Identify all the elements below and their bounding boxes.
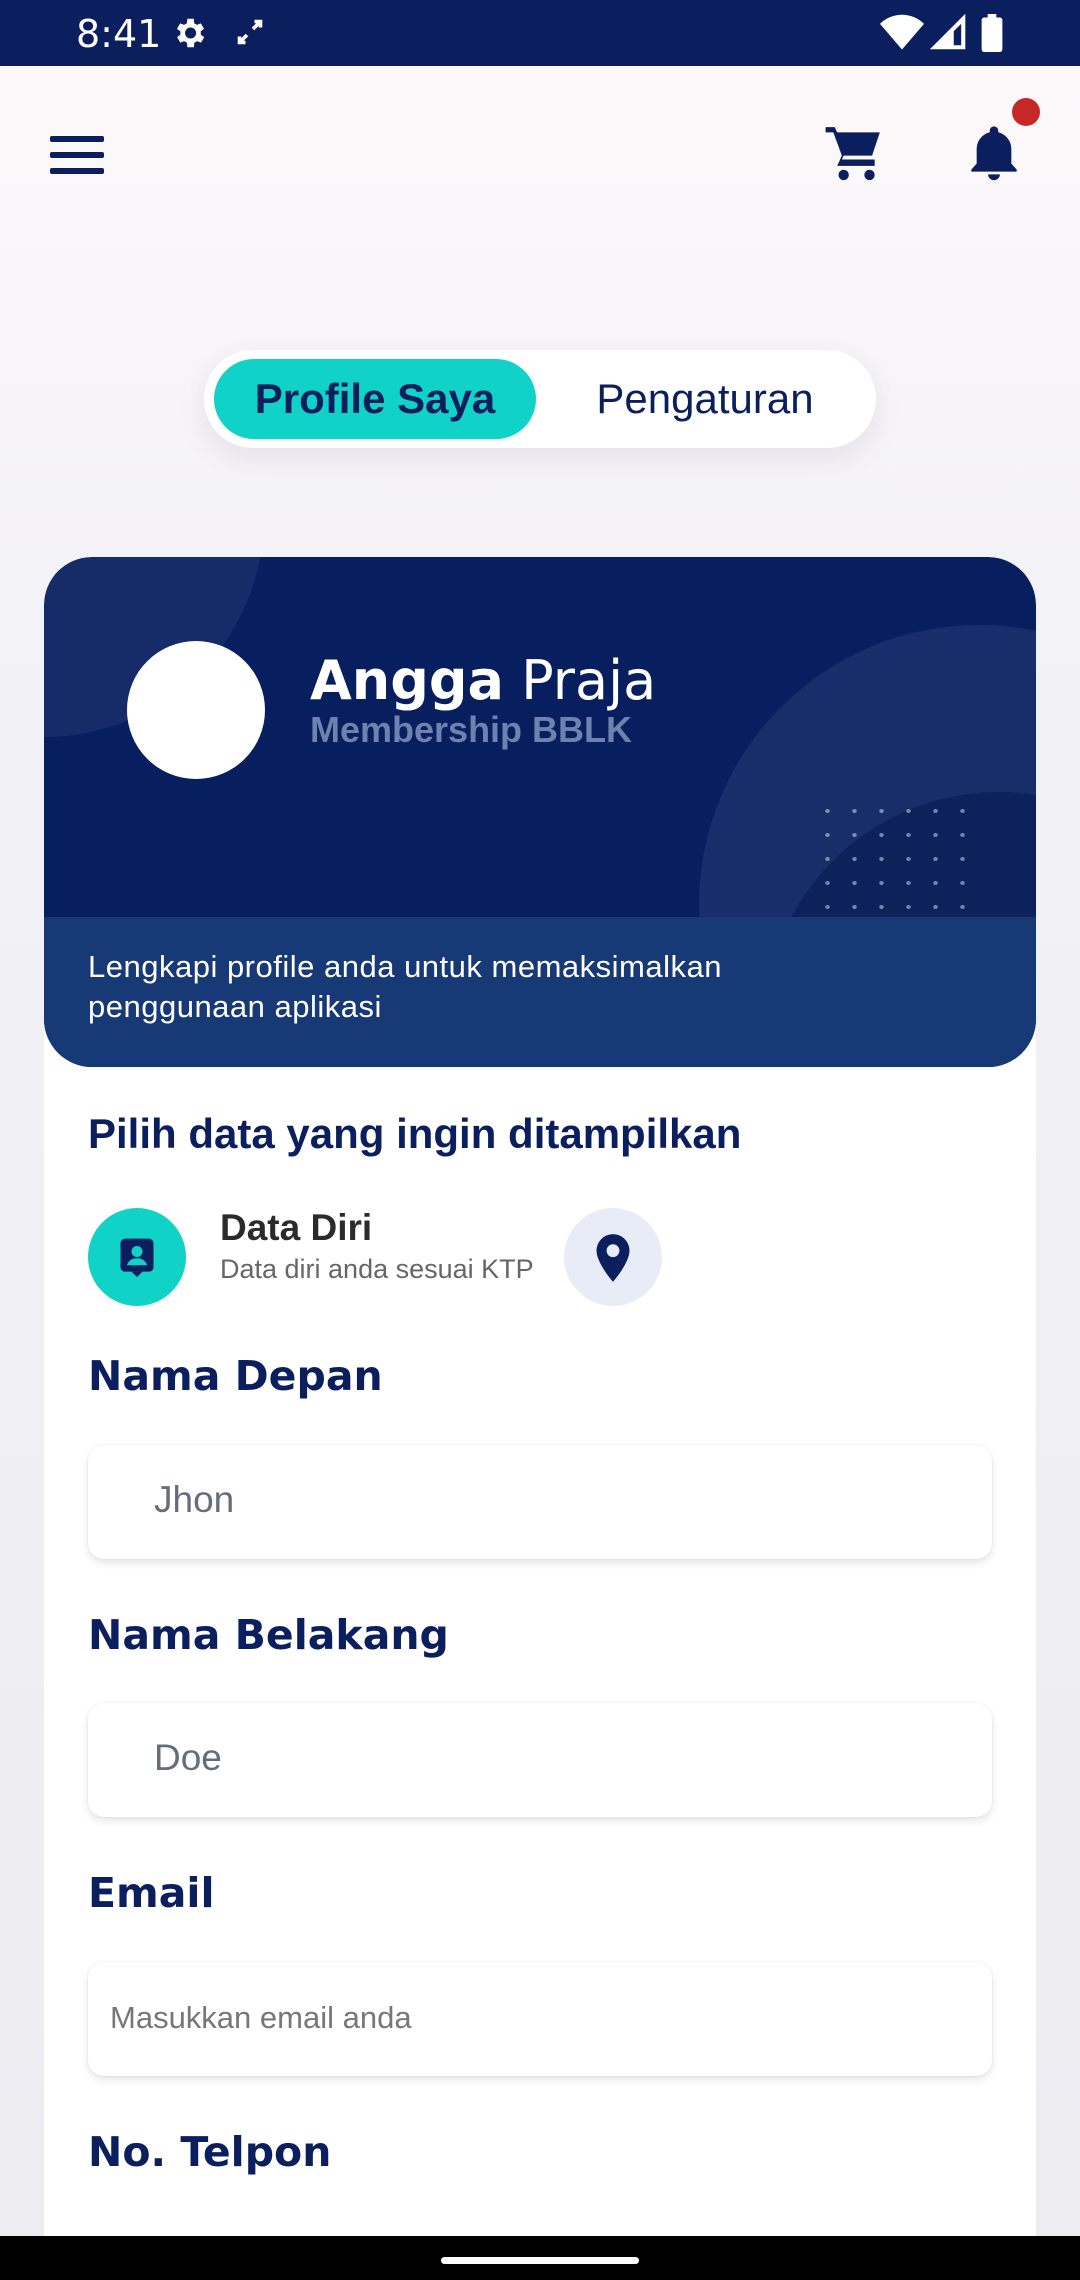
- status-bar: 8:41: [0, 0, 1080, 66]
- card-footer: Lengkapi profile anda untuk memaksimalka…: [44, 917, 1036, 1067]
- profile-tabs: Profile Saya Pengaturan: [204, 350, 876, 448]
- section-title: Pilih data yang ingin ditampilkan: [88, 1110, 742, 1157]
- wifi-icon: [880, 14, 924, 57]
- first-name-value: Jhon: [154, 1479, 235, 1520]
- location-pin-icon: [591, 1232, 635, 1289]
- cart-icon[interactable]: [822, 122, 886, 189]
- profile-last-name: Praja: [521, 649, 657, 712]
- tab-profile-saya[interactable]: Profile Saya: [214, 359, 536, 439]
- status-time: 8:41: [76, 12, 162, 56]
- avatar[interactable]: [127, 641, 265, 779]
- bell-icon[interactable]: [962, 120, 1026, 191]
- last-name-label: Nama Belakang: [88, 1611, 449, 1659]
- phone-label: No. Telpon: [88, 2128, 332, 2176]
- last-name-value: Doe: [154, 1737, 222, 1778]
- first-name-field[interactable]: Jhon: [88, 1445, 992, 1559]
- address-button[interactable]: [564, 1208, 662, 1306]
- notification-dot: [1012, 98, 1040, 126]
- home-gesture-handle[interactable]: [441, 2257, 639, 2264]
- signal-icon: [929, 13, 968, 57]
- email-field[interactable]: Masukkan email anda: [88, 1962, 992, 2076]
- sync-icon: [232, 14, 268, 55]
- contact-card-icon: [115, 1235, 159, 1284]
- last-name-field[interactable]: Doe: [88, 1703, 992, 1817]
- profile-completion-message: Lengkapi profile anda untuk memaksimalka…: [88, 949, 722, 1024]
- membership-label: Membership BBLK: [310, 709, 633, 750]
- data-diri-button[interactable]: [88, 1208, 186, 1306]
- profile-card: Angga Praja Membership BBLK Lengkapi pro…: [44, 557, 1036, 1067]
- first-name-label: Nama Depan: [88, 1352, 383, 1400]
- tab-pengaturan[interactable]: Pengaturan: [544, 359, 866, 439]
- battery-icon: [980, 14, 1004, 57]
- email-placeholder: Masukkan email anda: [110, 2000, 412, 2035]
- profile-first-name: Angga: [310, 649, 504, 712]
- gear-icon: [170, 14, 208, 57]
- profile-panel: Angga Praja Membership BBLK Lengkapi pro…: [44, 557, 1036, 2240]
- profile-name: Angga Praja: [310, 649, 656, 712]
- data-diri-label: Data Diri: [220, 1207, 373, 1248]
- data-diri-description: Data diri anda sesuai KTP: [220, 1254, 534, 1284]
- menu-icon[interactable]: [48, 132, 106, 183]
- email-label: Email: [88, 1869, 215, 1917]
